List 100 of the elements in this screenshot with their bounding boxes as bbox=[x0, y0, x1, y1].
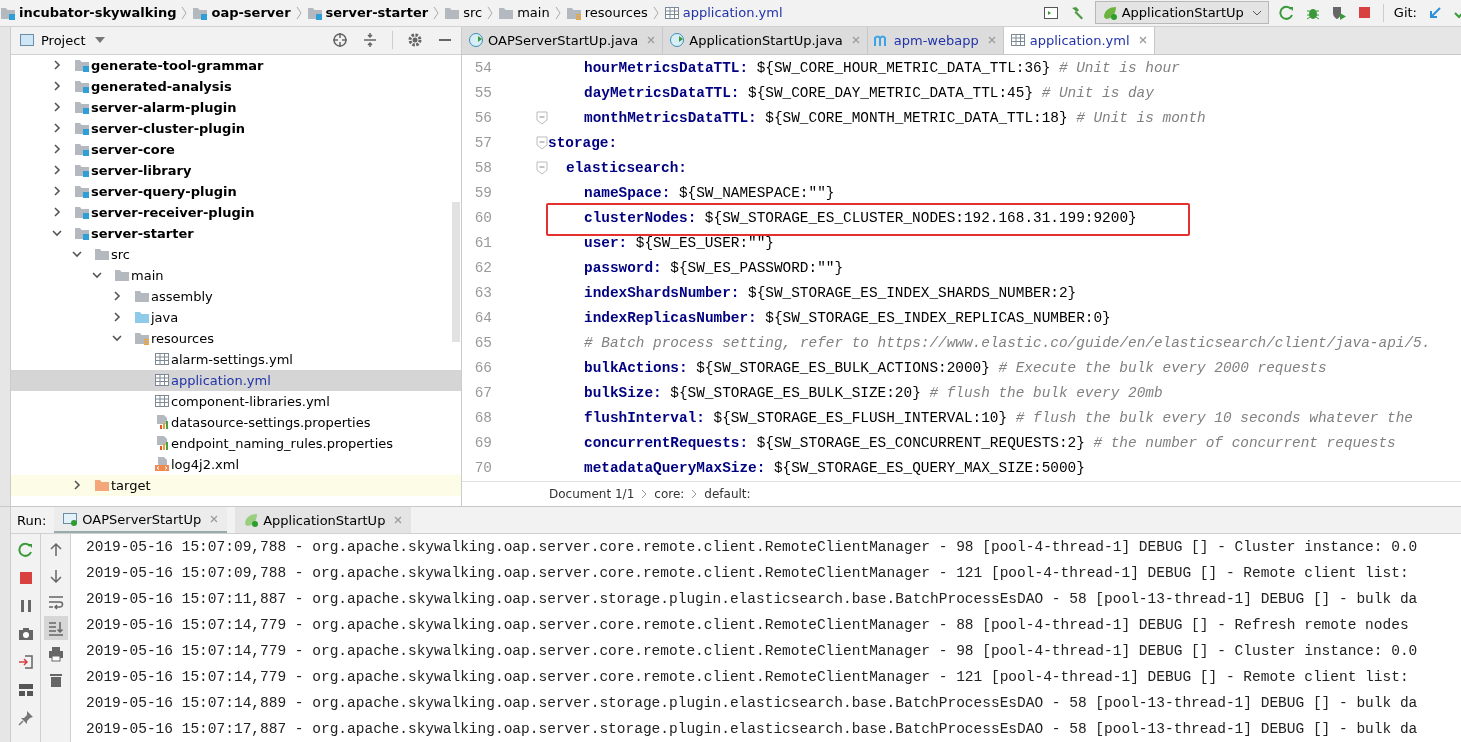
tree-item[interactable]: generated-analysis bbox=[91, 78, 232, 94]
yaml-key: bulkActions: bbox=[584, 360, 688, 377]
breadcrumb-item[interactable]: default: bbox=[704, 487, 751, 501]
code-comment: # Unit is hour bbox=[1058, 60, 1180, 77]
fold-marker-icon[interactable] bbox=[536, 136, 548, 151]
tree-item[interactable]: resources bbox=[151, 330, 214, 346]
tree-item[interactable]: server-cluster-plugin bbox=[91, 120, 246, 136]
folder-icon bbox=[74, 225, 90, 242]
yaml-value: ${SW_NAMESPACE:""} bbox=[678, 185, 835, 202]
folder-icon bbox=[74, 204, 90, 221]
shield-play-icon[interactable] bbox=[1330, 4, 1347, 21]
breadcrumb-item[interactable]: incubator-skywalking bbox=[19, 5, 177, 21]
run-tab[interactable]: ApplicationStartUp bbox=[235, 507, 412, 533]
tree-item[interactable]: assembly bbox=[151, 288, 213, 304]
tree-item[interactable]: java bbox=[151, 309, 179, 325]
tree-item[interactable]: generate-tool-grammar bbox=[91, 57, 264, 73]
code-comment: # flush the bulk every 10 seconds whatever the bbox=[1015, 410, 1413, 427]
stop-icon[interactable] bbox=[1356, 4, 1373, 21]
folder-icon bbox=[74, 183, 90, 200]
tree-item[interactable]: server-query-plugin bbox=[91, 183, 237, 199]
editor-tab[interactable]: application.yml bbox=[1003, 26, 1155, 54]
line-number: 55 bbox=[473, 85, 492, 102]
line-number: 62 bbox=[473, 260, 492, 277]
rerun-icon[interactable] bbox=[17, 542, 34, 558]
tree-item[interactable]: log4j2.xml bbox=[171, 456, 240, 472]
rerun-icon[interactable] bbox=[1278, 4, 1295, 21]
console-icon[interactable] bbox=[1042, 4, 1059, 21]
tree-item[interactable]: src bbox=[111, 246, 130, 262]
breadcrumb-item[interactable]: main bbox=[517, 5, 550, 21]
down-arrow-icon[interactable] bbox=[47, 568, 64, 584]
log-line: 2019-05-16 15:07:14,889 - org.apache.skywalking.oap.server.storage.plugin.elasticsearch.base.BatchProcessEsDAO - 58 [pool-13-thread-1] DEBUG [] - bulk da bbox=[86, 694, 1419, 713]
project-view-dropdown[interactable]: Project bbox=[19, 32, 106, 49]
locate-icon[interactable] bbox=[332, 32, 348, 49]
folder-icon bbox=[74, 141, 90, 158]
tree-item[interactable]: server-receiver-plugin bbox=[91, 204, 255, 220]
tree-item[interactable]: component-libraries.yml bbox=[171, 393, 330, 409]
scrollbar[interactable] bbox=[452, 201, 460, 342]
tree-item[interactable]: server-library bbox=[91, 162, 192, 178]
stop-icon[interactable] bbox=[17, 570, 34, 586]
settings-icon[interactable] bbox=[407, 32, 423, 49]
tree-item[interactable]: application.yml bbox=[171, 372, 271, 388]
breadcrumb-item[interactable]: oap-server bbox=[211, 5, 291, 21]
editor-tab[interactable]: ApplicationStartUp.java bbox=[663, 26, 868, 54]
tree-item[interactable]: alarm-settings.yml bbox=[171, 351, 293, 367]
log-line: 2019-05-16 15:07:09,788 - org.apache.skywalking.oap.server.core.remote.client.RemoteClientManager - 121 [pool-4-thread-1] DEBUG [] - Remote client list: bbox=[86, 564, 1410, 583]
xml-file-icon bbox=[154, 456, 170, 473]
breadcrumb-item[interactable]: Document 1/1 bbox=[549, 487, 635, 501]
chevron-icon bbox=[432, 4, 441, 21]
breadcrumb-item[interactable]: src bbox=[463, 5, 483, 21]
tree-item[interactable]: server-alarm-plugin bbox=[91, 99, 237, 115]
line-number: 57 bbox=[473, 135, 492, 152]
camera-icon[interactable] bbox=[17, 626, 34, 642]
yaml-key: flushInterval: bbox=[584, 410, 705, 427]
exit-icon[interactable] bbox=[17, 654, 34, 670]
yaml-value: ${SW_STORAGE_ES_QUERY_MAX_SIZE:5000} bbox=[773, 460, 1085, 477]
yaml-value: ${SW_STORAGE_ES_INDEX_SHARDS_NUMBER:2} bbox=[748, 285, 1077, 302]
folder-icon bbox=[94, 477, 110, 494]
print-icon[interactable] bbox=[47, 646, 64, 662]
trash-icon[interactable] bbox=[47, 672, 64, 688]
log-line: 2019-05-16 15:07:09,788 - org.apache.skywalking.oap.server.core.remote.client.RemoteClientManager - 98 [pool-4-thread-1] DEBUG [] - Cluster instance: 0.0 bbox=[86, 538, 1419, 557]
log-line: 2019-05-16 15:07:14,779 - org.apache.skywalking.oap.server.core.remote.client.RemoteClientManager - 98 [pool-4-thread-1] DEBUG [] - Cluster instance: 0.0 bbox=[86, 642, 1419, 661]
arrow-icon[interactable] bbox=[1427, 4, 1443, 21]
line-number: 68 bbox=[473, 410, 492, 427]
editor-tab[interactable]: apm-webapp bbox=[867, 26, 1004, 54]
leaf-icon bbox=[1101, 4, 1118, 21]
soft-wrap-icon[interactable] bbox=[47, 594, 64, 610]
code-comment: # Unit is day bbox=[1041, 85, 1154, 102]
yaml-value: ${SW_STORAGE_ES_CLUSTER_NODES:192.168.31.199:9200} bbox=[704, 210, 1137, 227]
line-number: 66 bbox=[473, 360, 492, 377]
folder-icon bbox=[74, 120, 90, 137]
breadcrumb-item[interactable]: resources bbox=[584, 5, 648, 21]
folder-icon bbox=[134, 288, 150, 305]
chevron-icon bbox=[486, 4, 495, 21]
git-label: Git: bbox=[1393, 5, 1417, 21]
run-configuration-dropdown[interactable]: ApplicationStartUp bbox=[1094, 1, 1269, 25]
yaml-key: metadataQueryMaxSize: bbox=[584, 460, 766, 477]
close-icon[interactable] bbox=[1137, 35, 1148, 46]
fold-marker-icon[interactable] bbox=[536, 161, 548, 176]
pin-icon[interactable] bbox=[17, 710, 34, 726]
tree-item[interactable]: datasource-settings.properties bbox=[171, 414, 371, 430]
tree-item[interactable]: main bbox=[131, 267, 164, 283]
breadcrumb-item[interactable]: server-starter bbox=[325, 5, 429, 21]
breadcrumb-item[interactable]: application.yml bbox=[682, 5, 783, 21]
tree-item[interactable]: server-core bbox=[91, 141, 175, 157]
breadcrumb-item[interactable]: core: bbox=[654, 487, 685, 501]
folder-icon bbox=[134, 309, 150, 326]
tree-item[interactable]: target bbox=[111, 477, 151, 493]
run-tab[interactable]: OAPServerStartUp bbox=[54, 507, 228, 533]
line-number: 58 bbox=[473, 160, 492, 177]
layout-icon[interactable] bbox=[17, 682, 34, 698]
folder-icon bbox=[94, 246, 110, 263]
collapse-icon[interactable] bbox=[362, 32, 378, 49]
tree-item[interactable]: server-starter bbox=[91, 225, 194, 241]
line-number: 60 bbox=[473, 210, 492, 227]
tree-item[interactable]: endpoint_naming_rules.properties bbox=[171, 435, 394, 451]
chevron-icon bbox=[690, 488, 699, 500]
editor-tab[interactable]: OAPServerStartUp.java bbox=[462, 26, 664, 54]
fold-marker-icon[interactable] bbox=[536, 111, 548, 126]
yaml-value: ${SW_ES_USER:""} bbox=[635, 235, 774, 252]
table-file-icon bbox=[154, 351, 170, 368]
